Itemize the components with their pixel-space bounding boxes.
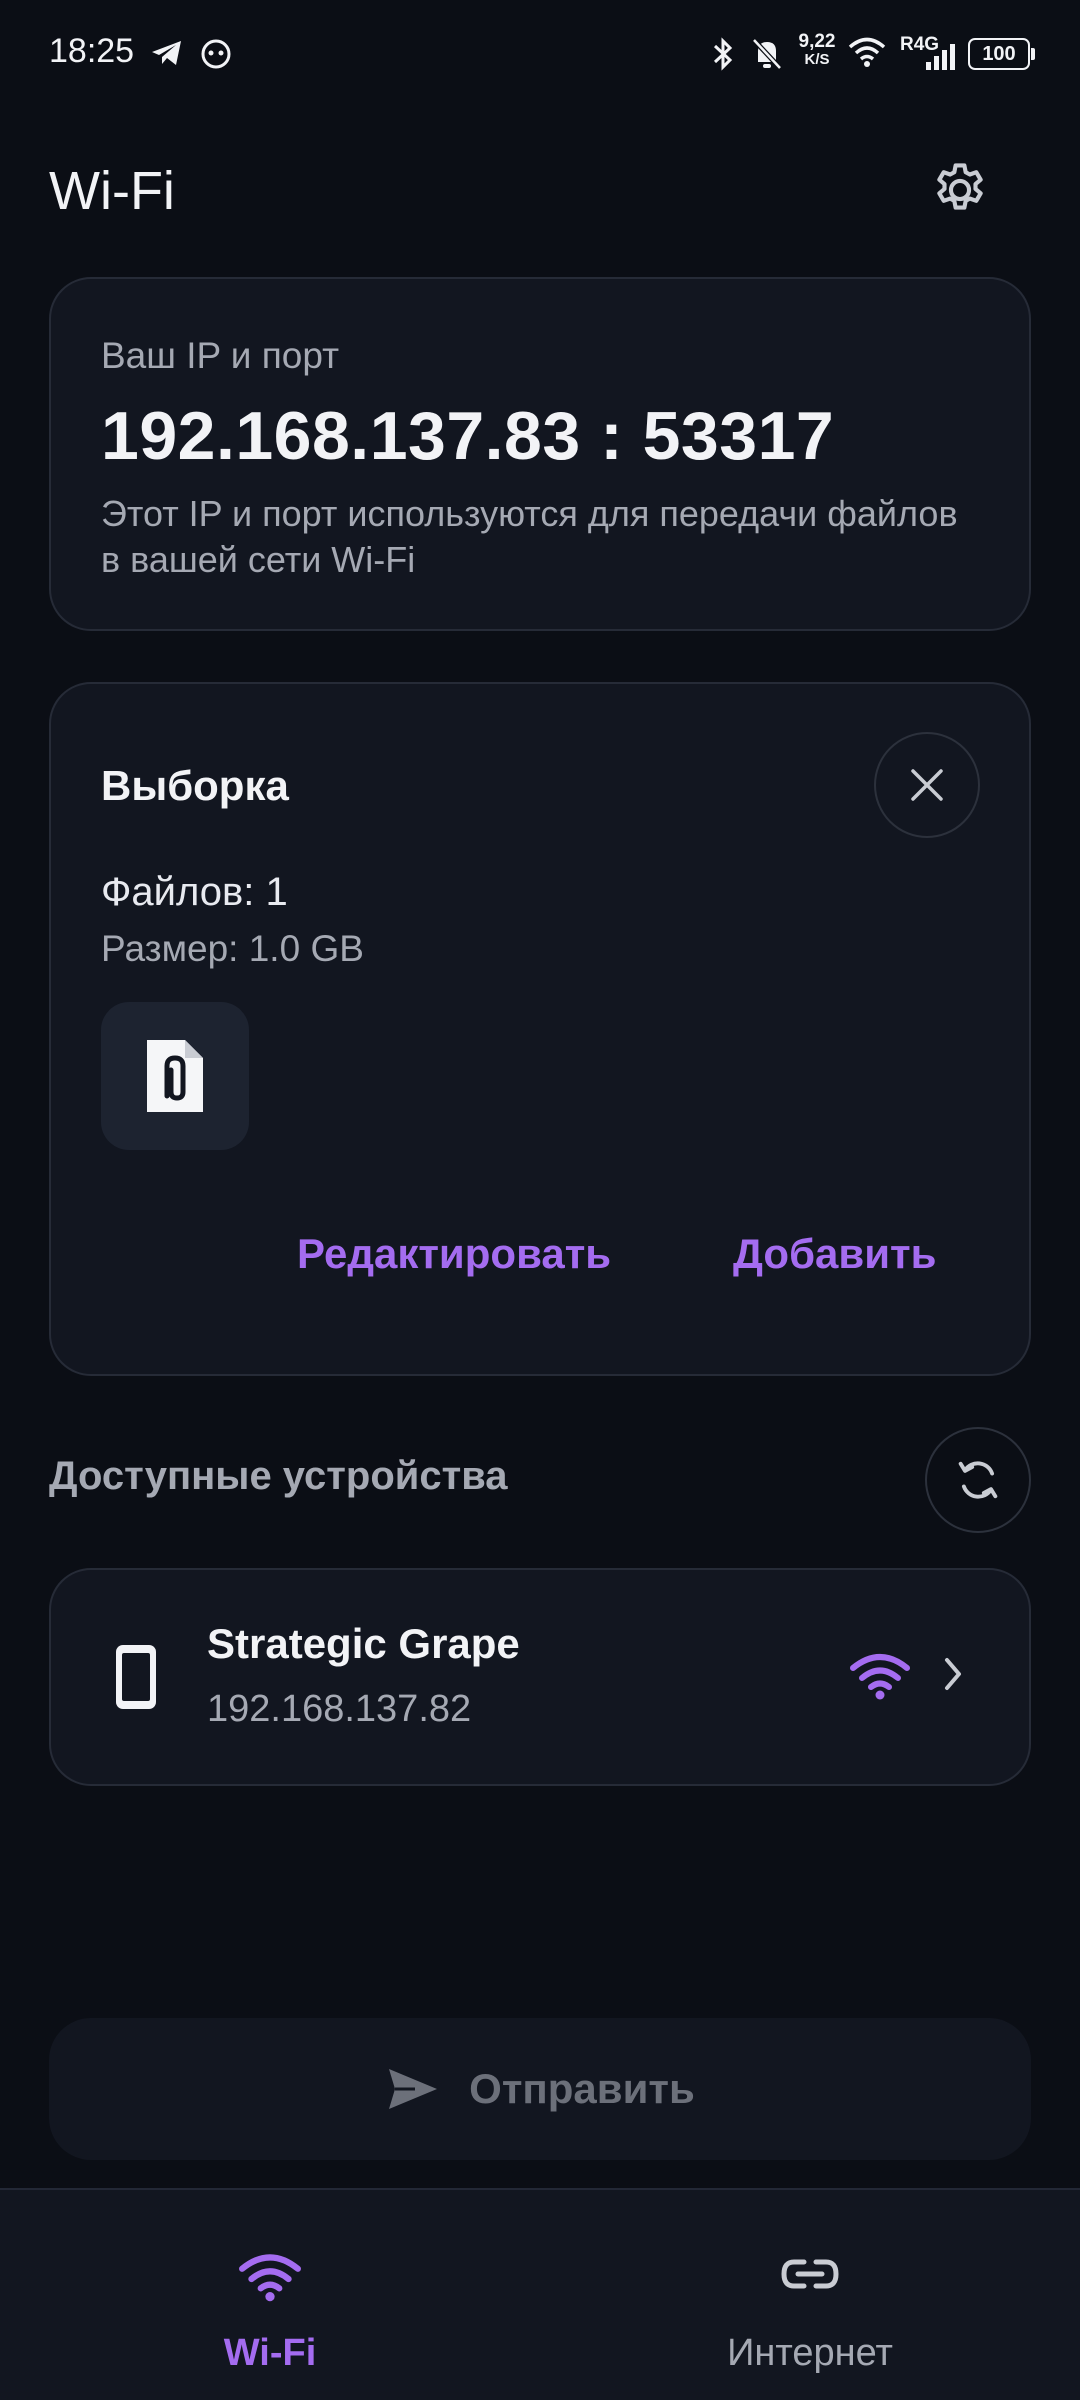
status-time: 18:25 <box>49 32 135 70</box>
attachment-file-icon <box>147 1040 203 1112</box>
add-button[interactable]: Добавить <box>733 1230 936 1278</box>
status-bar: 18:25 9,22 K/S R4G 100 <box>0 0 1080 110</box>
file-size: Размер: 1.0 GB <box>101 928 364 969</box>
smartphone-icon <box>116 1645 156 1709</box>
ip-info-card: Ваш IP и порт 192.168.137.83 : 53317 Это… <box>49 277 1031 631</box>
bottom-navigation: Wi-Fi Интернет <box>0 2188 1080 2400</box>
wifi-connection-icon <box>850 1654 910 1700</box>
refresh-button[interactable] <box>925 1427 1031 1533</box>
link-icon <box>781 2259 839 2289</box>
telegram-icon <box>152 41 181 65</box>
refresh-icon <box>958 1461 998 1499</box>
device-name: Strategic Grape <box>207 1620 520 1667</box>
gear-icon <box>937 163 983 210</box>
send-icon <box>389 2069 438 2109</box>
nav-item-wifi[interactable]: Wi-Fi <box>0 2190 540 2400</box>
devices-section-title: Доступные устройства <box>49 1454 508 1498</box>
device-ip: 192.168.137.82 <box>207 1688 472 1730</box>
device-list-item[interactable]: Strategic Grape 192.168.137.82 <box>49 1568 1031 1786</box>
settings-button[interactable] <box>920 150 1000 230</box>
mute-bell-icon <box>752 38 782 70</box>
wifi-icon <box>239 2254 301 2302</box>
file-thumbnail[interactable] <box>101 1002 249 1150</box>
screen: 18:25 9,22 K/S R4G 100 Wi-Fi Ваш IP и по… <box>0 0 1080 2400</box>
selection-title: Выборка <box>101 762 289 809</box>
battery-icon: 100 <box>968 38 1030 70</box>
wifi-status-icon <box>848 37 886 67</box>
app-notification-icon <box>201 39 231 69</box>
selection-card: Выборка Файлов: 1 Размер: 1.0 GB Редакти… <box>49 682 1031 1376</box>
nav-label-internet: Интернет <box>727 2332 893 2374</box>
send-button[interactable]: Отправить <box>49 2018 1031 2160</box>
ip-description: Этот IP и порт используются для передачи… <box>101 493 958 580</box>
file-count: Файлов: 1 <box>101 870 288 914</box>
close-icon <box>911 769 943 801</box>
network-speed: 9,22 K/S <box>798 31 836 68</box>
nav-item-internet[interactable]: Интернет <box>540 2190 1080 2400</box>
battery-tip <box>1031 48 1035 60</box>
chevron-right-icon <box>945 1658 961 1690</box>
ip-label: Ваш IP и порт <box>101 335 340 376</box>
send-label: Отправить <box>469 2065 695 2112</box>
clear-selection-button[interactable] <box>874 732 980 838</box>
edit-button[interactable]: Редактировать <box>297 1230 611 1278</box>
signal-icon <box>926 44 955 70</box>
page-title: Wi-Fi <box>49 161 175 221</box>
bluetooth-icon <box>713 37 733 71</box>
ip-value: 192.168.137.83 : 53317 <box>101 398 835 474</box>
nav-label-wifi: Wi-Fi <box>223 2332 317 2374</box>
